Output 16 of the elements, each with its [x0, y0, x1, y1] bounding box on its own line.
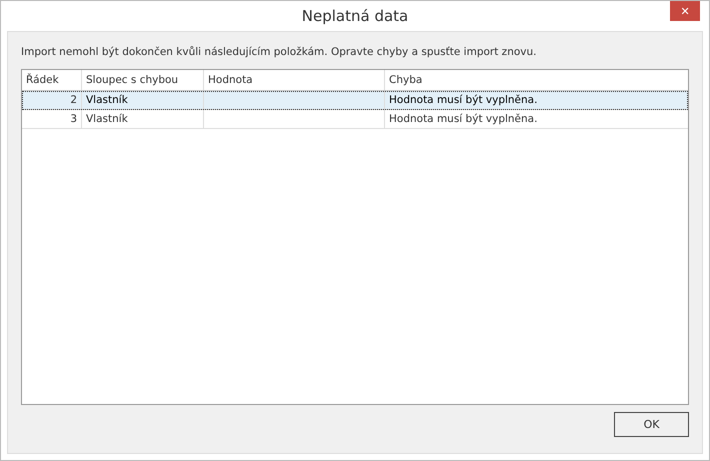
table-cell: 2	[22, 91, 82, 109]
table-cell: Vlastník	[82, 91, 204, 109]
table-row[interactable]: 2 Vlastník Hodnota musí být vyplněna.	[22, 91, 688, 110]
table-cell-text: Hodnota musí být vyplněna.	[388, 93, 538, 108]
table-cell-text: Hodnota musí být vyplněna.	[388, 112, 538, 127]
column-header[interactable]: Řádek	[22, 70, 82, 90]
column-header[interactable]: Sloupec s chybou	[82, 70, 204, 90]
column-header[interactable]: Chyba	[385, 70, 688, 90]
table-cell: Vlastník	[82, 110, 204, 128]
ok-button[interactable]: OK	[614, 412, 689, 437]
close-button[interactable]: ✕	[670, 1, 700, 21]
table-row[interactable]: 3 Vlastník Hodnota musí být vyplněna.	[22, 110, 688, 129]
error-message: Import nemohl být dokončen kvůli následujícím položkám. Opravte chyby a spusťte import znovu.	[21, 46, 538, 58]
window-title: Neplatná data	[302, 7, 408, 25]
table-cell: 3	[22, 110, 82, 128]
column-header[interactable]: Hodnota	[204, 70, 385, 90]
